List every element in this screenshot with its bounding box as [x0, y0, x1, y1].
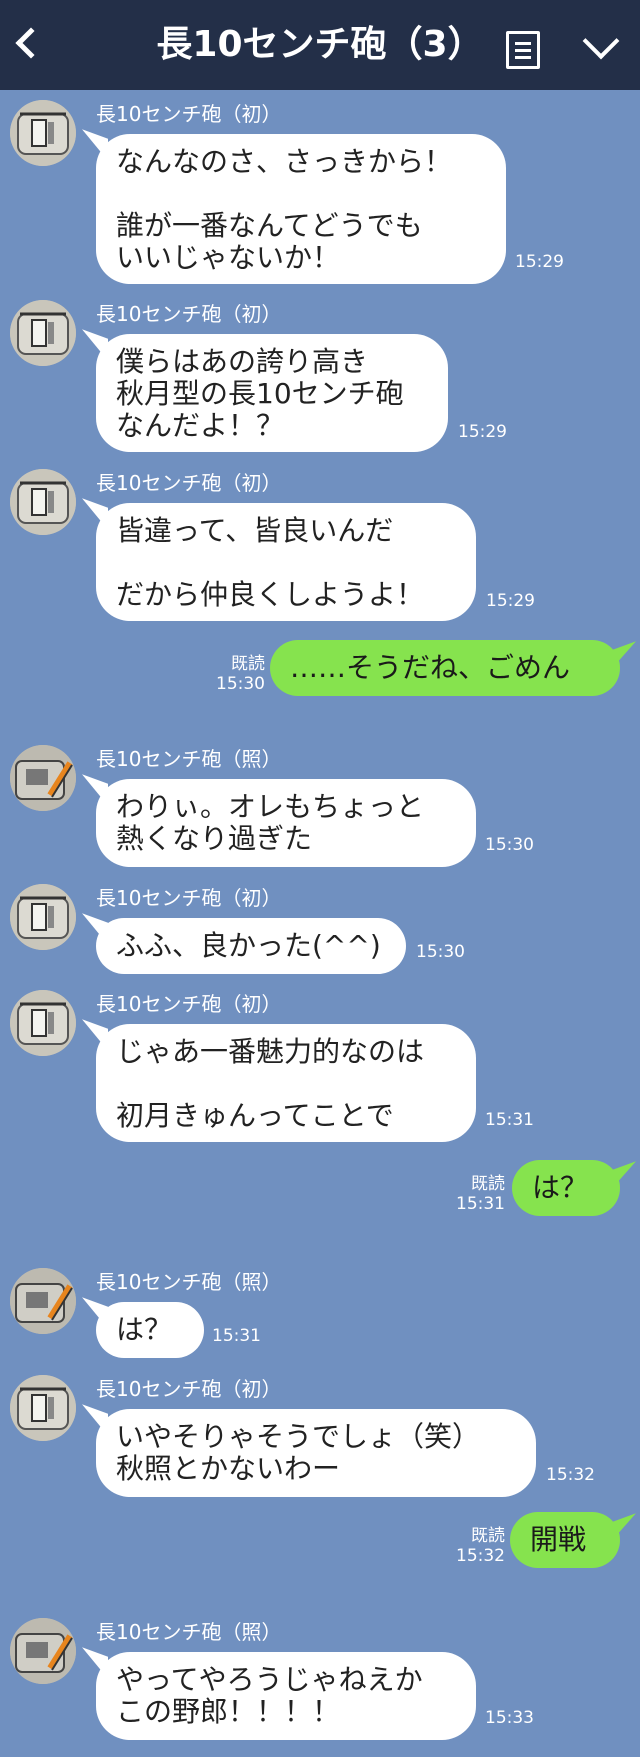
message-time: 15:30 [216, 674, 265, 694]
sender-name: 長10センチ砲（初） [96, 471, 282, 495]
robot-avatar-icon [10, 1375, 76, 1441]
message-bubble[interactable]: は？ [96, 1302, 204, 1358]
message-time: 15:29 [458, 422, 507, 442]
sender-name: 長10センチ砲（初） [96, 302, 282, 326]
message-bubble[interactable]: 皆違って、皆良いんだ だから仲良くしようよ！ [96, 503, 476, 621]
message-bubble[interactable]: わりぃ。オレもちょっと 熱くなり過ぎた [96, 779, 476, 867]
sender-name: 長10センチ砲（初） [96, 1377, 282, 1401]
message-bubble-self[interactable]: ……そうだね、ごめん [270, 640, 620, 696]
robot-alt-avatar-icon [10, 745, 76, 811]
chat-title: 長10センチ砲（3） [156, 24, 484, 65]
robot-avatar-icon [10, 469, 76, 535]
message-bubble[interactable]: じゃあ一番魅力的なのは 初月きゅんってことで [96, 1024, 476, 1142]
sender-name: 長10センチ砲（初） [96, 102, 282, 126]
robot-avatar-icon [10, 884, 76, 950]
sender-name: 長10センチ砲（照） [96, 1620, 282, 1644]
message-bubble-self[interactable]: 開戦 [510, 1512, 620, 1568]
avatar[interactable] [10, 1375, 76, 1441]
robot-avatar-icon [10, 300, 76, 366]
robot-alt-avatar-icon [10, 1268, 76, 1334]
chat-header: 長10センチ砲（3） [0, 0, 640, 90]
robot-alt-avatar-icon [10, 1618, 76, 1684]
message-bubble[interactable]: 僕らはあの誇り高き 秋月型の長10センチ砲 なんだよ！？ [96, 334, 448, 452]
avatar[interactable] [10, 469, 76, 535]
message-time: 15:31 [485, 1110, 534, 1130]
message-time: 15:29 [486, 591, 535, 611]
read-receipt: 既読 [471, 1526, 505, 1546]
read-receipt: 既読 [471, 1174, 505, 1194]
message-time: 15:30 [416, 942, 465, 962]
read-receipt: 既読 [231, 654, 265, 674]
message-time: 15:29 [515, 252, 564, 272]
message-time: 15:32 [456, 1546, 505, 1566]
message-time: 15:31 [456, 1194, 505, 1214]
avatar[interactable] [10, 1618, 76, 1684]
avatar[interactable] [10, 300, 76, 366]
message-time: 15:30 [485, 835, 534, 855]
avatar[interactable] [10, 884, 76, 950]
message-bubble[interactable]: やってやろうじゃねえか この野郎！！！！ [96, 1652, 476, 1740]
message-time: 15:32 [546, 1465, 595, 1485]
sender-name: 長10センチ砲（初） [96, 992, 282, 1016]
avatar[interactable] [10, 1268, 76, 1334]
message-time: 15:33 [485, 1708, 534, 1728]
message-time: 15:31 [212, 1326, 261, 1346]
message-bubble[interactable]: ふふ、良かった(^^) [96, 918, 406, 974]
sender-name: 長10センチ砲（照） [96, 1270, 282, 1294]
sender-name: 長10センチ砲（照） [96, 747, 282, 771]
avatar[interactable] [10, 990, 76, 1056]
robot-avatar-icon [10, 100, 76, 166]
message-bubble[interactable]: なんなのさ、さっきから！ 誰が一番なんてどうでも いいじゃないか！ [96, 134, 506, 284]
message-bubble-self[interactable]: は？ [512, 1160, 620, 1216]
message-bubble[interactable]: いやそりゃそうでしょ（笑） 秋照とかないわー [96, 1409, 536, 1497]
robot-avatar-icon [10, 990, 76, 1056]
notes-icon[interactable] [506, 31, 540, 69]
avatar[interactable] [10, 745, 76, 811]
avatar[interactable] [10, 100, 76, 166]
sender-name: 長10センチ砲（初） [96, 886, 282, 910]
